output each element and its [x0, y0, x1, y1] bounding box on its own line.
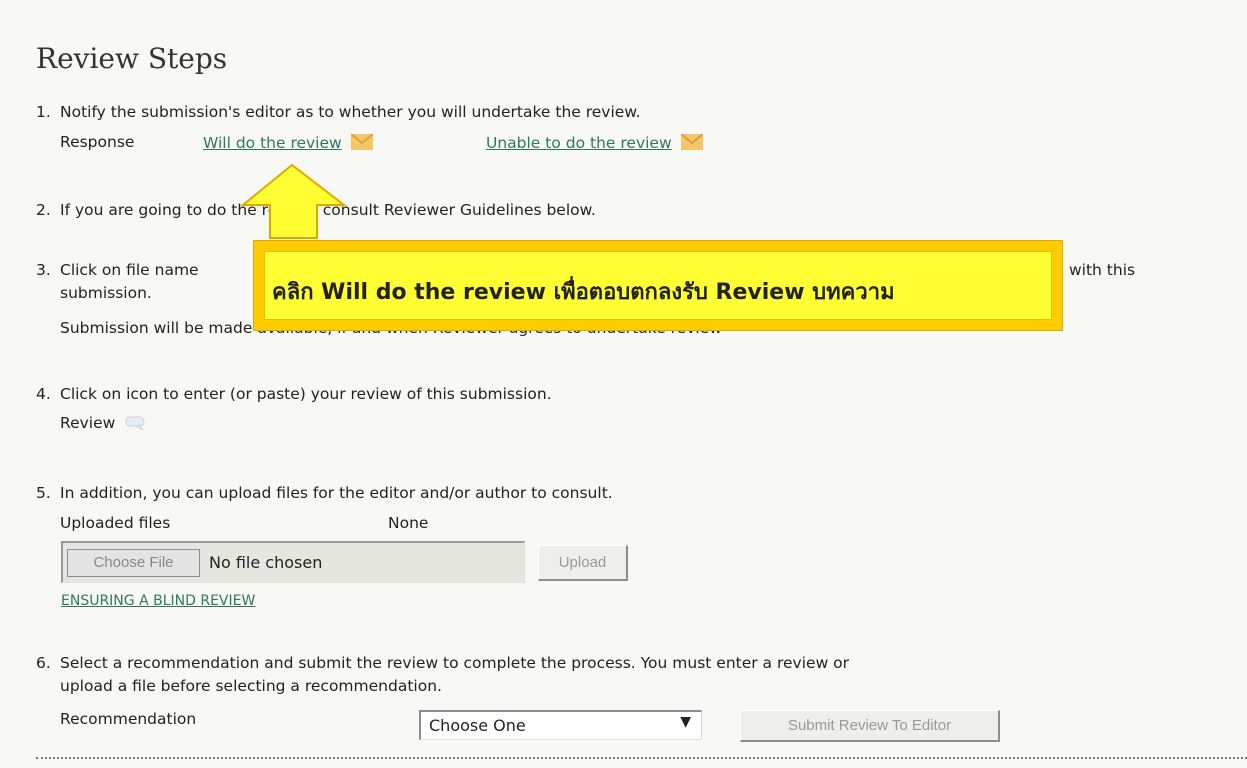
select-value: Choose One [429, 716, 526, 735]
recommendation-select[interactable]: Choose One ▼ [419, 710, 702, 740]
will-do-review-group: Will do the review [203, 134, 373, 152]
envelope-icon[interactable] [350, 134, 373, 150]
speech-bubble-icon[interactable] [124, 415, 146, 431]
response-label: Response [60, 133, 135, 151]
submit-review-button[interactable]: Submit Review To Editor [740, 710, 1000, 742]
callout-box: คลิก Will do the review เพื่อตอบตกลงรับ … [253, 240, 1063, 331]
callout-text: คลิก Will do the review เพื่อตอบตกลงรับ … [272, 280, 895, 305]
step-text-line2: submission. [60, 284, 152, 302]
recommendation-label: Recommendation [60, 710, 197, 728]
step-text-end: with this [1069, 261, 1136, 279]
page-title: Review Steps [36, 42, 228, 75]
step-number: 4. [36, 385, 51, 403]
step-text: If you are going to do the review, consu… [60, 201, 596, 219]
review-label: Review [60, 414, 116, 432]
blind-review-link[interactable]: ENSURING A BLIND REVIEW [61, 593, 255, 609]
step-number: 6. [36, 654, 51, 672]
divider [36, 757, 1247, 759]
step-number: 1. [36, 103, 51, 121]
step-number: 2. [36, 201, 51, 219]
uploaded-files-value: None [388, 514, 429, 532]
step-text: Click on icon to enter (or paste) your r… [60, 385, 552, 403]
upload-button[interactable]: Upload [538, 545, 628, 581]
no-file-text: No file chosen [209, 553, 323, 572]
unable-review-group: Unable to do the review [486, 134, 703, 152]
step-text: In addition, you can upload files for th… [60, 484, 613, 502]
step-text-line2: upload a file before selecting a recomme… [60, 677, 442, 695]
step-number: 3. [36, 261, 51, 279]
review-group: Review [60, 414, 146, 432]
file-input[interactable]: Choose File No file chosen [61, 541, 525, 583]
step-text: Notify the submission's editor as to whe… [60, 103, 641, 121]
uploaded-files-label: Uploaded files [60, 514, 171, 532]
unable-review-link[interactable]: Unable to do the review [486, 134, 672, 152]
chevron-down-icon: ▼ [680, 714, 691, 730]
step-text-line1: Select a recommendation and submit the r… [60, 654, 850, 672]
envelope-icon[interactable] [680, 134, 703, 150]
step-number: 5. [36, 484, 51, 502]
will-do-review-link[interactable]: Will do the review [203, 134, 342, 152]
choose-file-button[interactable]: Choose File [67, 549, 200, 577]
